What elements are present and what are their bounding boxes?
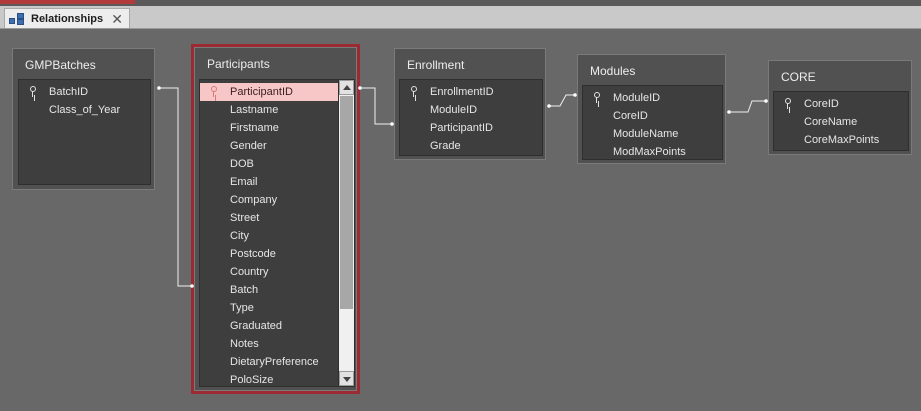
field-row[interactable]: ModMaxPoints [583,143,722,161]
active-accent [0,0,135,4]
field-name: Type [230,302,254,314]
relationship-line-core [729,100,766,113]
key-icon [784,98,792,109]
field-name: ParticipantID [230,86,293,98]
field-row[interactable]: ModuleID [400,101,542,119]
field-name: Grade [430,140,461,152]
table-title: Enrollment [407,58,465,72]
field-row[interactable]: ModuleID [583,89,722,107]
field-name: CoreMaxPoints [804,134,880,146]
field-list[interactable]: ModuleID CoreID ModuleName ModMaxPoints [582,85,723,160]
document-tab-bar: Relationships ✕ [0,6,921,29]
field-name: ModuleName [613,128,679,140]
field-name: Company [230,194,278,206]
field-row[interactable]: Postcode [200,245,338,263]
field-name: ModuleID [430,104,478,116]
field-row[interactable]: DietaryPreference [200,353,338,371]
field-name: ParticipantID [430,122,493,134]
field-row[interactable]: Country [200,263,338,281]
field-list[interactable]: CoreID CoreName CoreMaxPoints [773,91,909,151]
field-name: Graduated [230,320,282,332]
field-row[interactable]: Batch [200,281,338,299]
field-row[interactable]: ModuleName [583,125,722,143]
vertical-scrollbar[interactable] [338,80,354,386]
relationship-line-module [549,94,575,107]
relationships-icon [9,12,25,25]
field-row[interactable]: Class_of_Year [19,101,150,119]
field-name: City [230,230,249,242]
key-icon [29,86,37,97]
field-row[interactable]: Company [200,191,338,209]
field-name: PoloSize [230,374,274,386]
tab-relationships[interactable]: Relationships ✕ [4,8,130,28]
field-row[interactable]: Email [200,173,338,191]
field-name: CoreID [804,98,839,110]
table-enrollment[interactable]: Enrollment EnrollmentID ModuleID Participa… [394,48,546,160]
field-name: Country [230,266,269,278]
table-core[interactable]: CORE CoreID CoreName CoreMaxPoints [768,60,912,155]
field-name: Class_of_Year [49,104,121,116]
field-list[interactable]: EnrollmentID ModuleID ParticipantID Grade [399,79,543,156]
field-name: Email [230,176,258,188]
field-row[interactable]: ParticipantID [400,119,542,137]
field-row[interactable]: DOB [200,155,338,173]
relationship-line-participant [360,87,392,125]
field-row[interactable]: Gender [200,137,338,155]
field-name: DOB [230,158,254,170]
tab-label: Relationships [31,12,104,25]
field-name: CoreID [613,110,648,122]
field-row[interactable]: ParticipantID [200,83,338,101]
field-row[interactable]: Graduated [200,317,338,335]
field-row[interactable]: City [200,227,338,245]
field-row[interactable]: BatchID [19,83,150,101]
field-name: Notes [230,338,259,350]
scroll-up-button[interactable] [339,80,354,95]
field-name: Postcode [230,248,276,260]
table-gmpbatches[interactable]: GMPBatches BatchID Class_of_Year [12,48,155,190]
scroll-down-button[interactable] [339,371,354,386]
field-row[interactable]: Grade [400,137,542,155]
field-row[interactable]: CoreName [774,113,908,131]
field-row[interactable]: Type [200,299,338,317]
field-name: CoreName [804,116,858,128]
field-list[interactable]: ParticipantID Lastname Firstname Gender DOB E… [199,79,355,387]
field-name: BatchID [49,86,89,98]
table-title: Modules [590,64,636,78]
field-row[interactable]: CoreMaxPoints [774,131,908,149]
field-name: ModuleID [613,92,661,104]
field-name: ModMaxPoints [613,146,686,158]
key-icon [210,86,218,97]
table-title: CORE [781,70,816,84]
relationships-window: Relationships ✕ GMPBatches BatchID Class_… [0,0,921,411]
field-row[interactable]: CoreID [774,95,908,113]
field-name: Batch [230,284,259,296]
table-participants[interactable]: Participants ParticipantID Lastname Firstn… [194,47,357,391]
field-row[interactable]: PoloSize [200,371,338,386]
relationship-line-batch [159,87,192,287]
field-name: DietaryPreference [230,356,319,368]
table-title: Participants [207,57,270,71]
key-icon [410,86,418,97]
table-title: GMPBatches [25,58,96,72]
field-row[interactable]: Notes [200,335,338,353]
close-icon[interactable]: ✕ [111,12,123,26]
key-icon [593,92,601,103]
table-modules[interactable]: Modules ModuleID CoreID ModuleName ModMaxPo… [577,54,726,164]
field-row[interactable]: CoreID [583,107,722,125]
field-row[interactable]: Street [200,209,338,227]
field-row[interactable]: Firstname [200,119,338,137]
field-name: Firstname [230,122,279,134]
field-name: Street [230,212,260,224]
field-list[interactable]: BatchID Class_of_Year [18,79,151,185]
field-row[interactable]: EnrollmentID [400,83,542,101]
field-row[interactable]: Lastname [200,101,338,119]
field-name: Gender [230,140,267,152]
scroll-thumb[interactable] [340,96,353,309]
field-name: Lastname [230,104,279,116]
field-name: EnrollmentID [430,86,494,98]
